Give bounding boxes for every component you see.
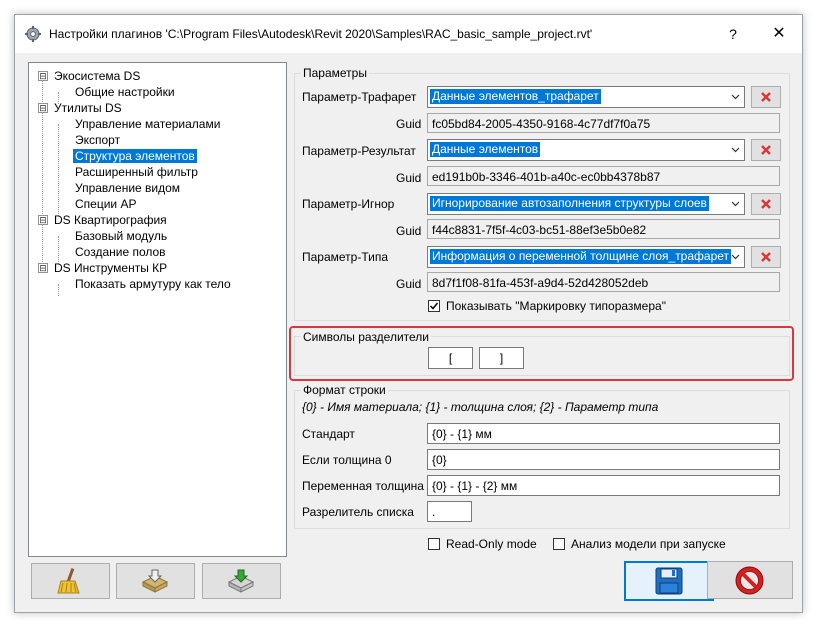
title-bar: Настройки плагинов 'C:\Program Files\Aut… — [15, 15, 802, 53]
format-group-title: Формат строки — [301, 383, 388, 397]
combo-value: Игнорирование автозаполнения структуры с… — [430, 196, 709, 211]
result-param-label: Параметр-Результат — [302, 144, 416, 158]
tree-item-label: Показать армутуру как тело — [75, 277, 231, 291]
import-icon — [141, 569, 169, 593]
settings-window: Настройки плагинов 'C:\Program Files\Aut… — [14, 14, 803, 613]
standard-input[interactable]: {0} - {1} мм — [427, 423, 780, 444]
standard-label: Стандарт — [302, 427, 355, 441]
close-icon — [761, 199, 771, 209]
no-entry-icon — [735, 566, 764, 595]
show-marking-checkbox[interactable] — [428, 300, 440, 312]
clear-type-button[interactable] — [751, 246, 781, 268]
tree-item-materials[interactable]: Управление материалами — [75, 116, 220, 132]
export-icon — [227, 569, 255, 593]
tree-item-view-control[interactable]: Управление видом — [75, 180, 180, 196]
zero-thickness-label: Если толщина 0 — [302, 453, 392, 467]
tree-item-create-floors[interactable]: Создание полов — [75, 244, 166, 260]
chevron-down-icon — [731, 147, 740, 153]
tree-item-export[interactable]: Экспорт — [75, 132, 120, 148]
tree-item-show-rebar[interactable]: Показать армутуру как тело — [75, 276, 231, 292]
tree-item-label: Экосистема DS — [54, 69, 141, 83]
guid-label: Guid — [396, 277, 422, 291]
tree-item-specs-ar[interactable]: Специи АР — [75, 196, 136, 212]
guid-label: Guid — [396, 171, 422, 185]
tree-item-label: Утилиты DS — [54, 101, 122, 115]
variable-thickness-input[interactable]: {0} - {1} - {2} мм — [427, 475, 780, 496]
tree-item-label: Общие настройки — [75, 85, 175, 99]
tree-item-label: Расширенный фильтр — [75, 165, 198, 179]
tree-item-label: DS Квартирография — [54, 213, 167, 227]
combo-value: Данные элементов_трафарет — [430, 89, 601, 104]
chevron-down-icon — [731, 201, 740, 207]
tree-item-label: Базовый модуль — [75, 229, 168, 243]
save-button[interactable] — [624, 561, 714, 601]
floppy-disk-icon — [655, 567, 683, 595]
analyze-on-start-checkbox[interactable] — [553, 538, 565, 550]
collapse-icon[interactable]: ⊟ — [38, 103, 48, 113]
format-hint: {0} - Имя материала; {1} - толщина слоя;… — [302, 400, 659, 414]
guid-label: Guid — [396, 224, 422, 238]
tree-item-label: Структура элементов — [73, 149, 197, 163]
close-button[interactable]: ✕ — [761, 21, 797, 47]
clean-button[interactable] — [31, 563, 110, 599]
combo-value: Данные элементов — [430, 142, 541, 157]
type-param-label: Параметр-Типа — [302, 250, 389, 264]
window-title: Настройки плагинов 'C:\Program Files\Aut… — [49, 27, 593, 41]
import-button[interactable] — [116, 563, 195, 599]
cancel-button[interactable] — [707, 561, 793, 599]
export-button[interactable] — [202, 563, 281, 599]
chevron-down-icon — [731, 254, 740, 260]
list-separator-input[interactable]: . — [427, 501, 472, 522]
tree-item-label: Специи АР — [75, 197, 137, 211]
highlight-frame — [289, 326, 794, 381]
show-marking-label: Показывать "Маркировку типоразмера" — [446, 299, 666, 313]
collapse-icon[interactable]: ⊟ — [38, 215, 48, 225]
tree-guide — [58, 124, 59, 216]
tree-item-extended-filter[interactable]: Расширенный фильтр — [75, 164, 198, 180]
tree-guide — [58, 284, 59, 296]
tree-item-label: Управление материалами — [75, 117, 221, 131]
result-param-combo[interactable]: Данные элементов — [427, 139, 745, 161]
plugin-tree[interactable]: ⊟ Экосистема DS Общие настройки ⊟ Утилит… — [28, 62, 287, 557]
ignore-guid-field[interactable]: f44c8831-7f5f-4c03-bc51-88ef3e5b0e82 — [427, 219, 780, 239]
clear-stencil-button[interactable] — [751, 86, 781, 108]
stencil-guid-field[interactable]: fc05bd84-2005-4350-9168-4c77df7f0a75 — [427, 113, 780, 133]
type-guid-field[interactable]: 8d7f1f08-81fa-453f-a9d4-52d428052deb — [427, 272, 780, 292]
tree-item-label: Управление видом — [75, 181, 181, 195]
tree-item-label: Экспорт — [75, 133, 121, 147]
chevron-down-icon — [731, 94, 740, 100]
readonly-checkbox[interactable] — [428, 538, 440, 550]
close-icon — [761, 145, 771, 155]
result-guid-field[interactable]: ed191b0b-3346-401b-a40c-ec0bb4378b87 — [427, 166, 780, 186]
ignore-param-combo[interactable]: Игнорирование автозаполнения структуры с… — [427, 193, 745, 215]
variable-thickness-label: Переменная толщина — [302, 479, 424, 493]
combo-value: Информация о переменной толщине слоя_тра… — [430, 249, 732, 264]
help-button[interactable]: ? — [715, 21, 751, 47]
collapse-icon[interactable]: ⊟ — [38, 71, 48, 81]
tree-item-label: DS Инструменты КР — [54, 261, 168, 275]
type-param-combo[interactable]: Информация о переменной толщине слоя_тра… — [427, 246, 745, 268]
guid-label: Guid — [396, 117, 422, 131]
tree-item-base-module[interactable]: Базовый модуль — [75, 228, 167, 244]
list-separator-label: Разрелитель списка — [302, 505, 414, 519]
stencil-param-combo[interactable]: Данные элементов_трафарет — [427, 86, 745, 108]
close-icon — [761, 252, 771, 262]
params-group-title: Параметры — [301, 66, 369, 80]
zero-thickness-input[interactable]: {0} — [427, 449, 780, 470]
collapse-icon[interactable]: ⊟ — [38, 263, 48, 273]
tree-item-general-settings[interactable]: Общие настройки — [75, 84, 175, 100]
broom-icon — [57, 568, 80, 594]
ignore-param-label: Параметр-Игнор — [302, 197, 395, 211]
tree-item-element-structure[interactable]: Структура элементов — [73, 148, 197, 164]
close-icon — [761, 92, 771, 102]
tree-item-label: Создание полов — [75, 245, 166, 259]
checkmark-icon — [429, 302, 439, 310]
analyze-on-start-label: Анализ модели при запуске — [571, 537, 726, 551]
clear-result-button[interactable] — [751, 139, 781, 161]
gear-icon — [25, 26, 41, 42]
stencil-param-label: Параметр-Трафарет — [302, 90, 417, 104]
readonly-label: Read-Only mode — [446, 537, 537, 551]
clear-ignore-button[interactable] — [751, 193, 781, 215]
